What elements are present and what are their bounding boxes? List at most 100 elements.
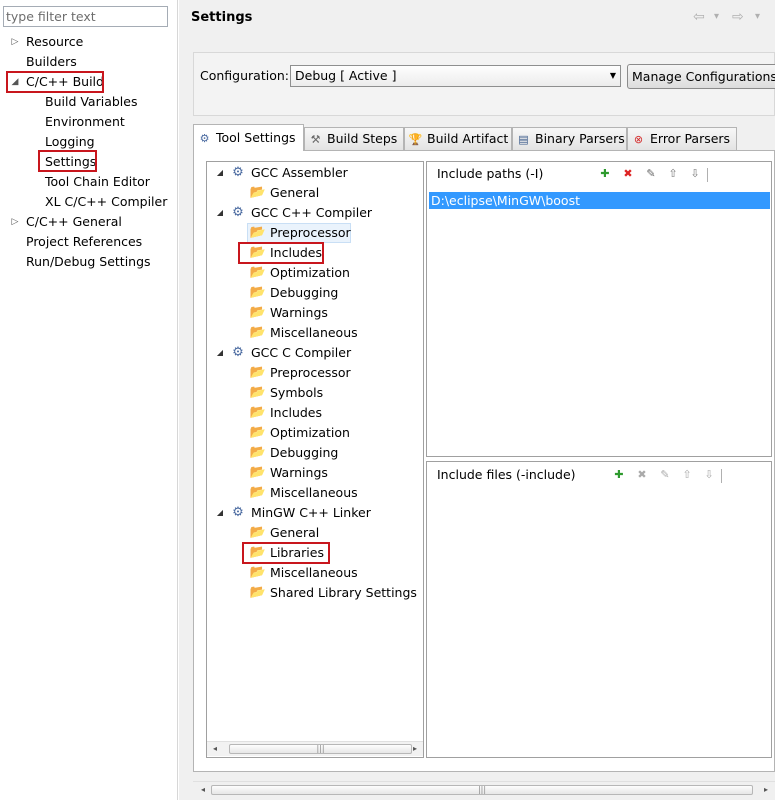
include-paths-title: Include paths (-I): [437, 166, 544, 181]
build-artifact-icon: 🏆: [408, 133, 423, 146]
tab-build-artifact[interactable]: 🏆 Build Artifact: [404, 127, 512, 150]
scroll-right-icon[interactable]: ▸: [408, 742, 422, 756]
nav-item-cpp-general[interactable]: C/C++ General: [26, 212, 122, 232]
tree-item-warnings[interactable]: Warnings: [270, 303, 328, 323]
highlight-box: [38, 150, 97, 172]
tool-gear-icon: ⚙: [232, 505, 244, 520]
tree-item-miscellaneous[interactable]: Miscellaneous: [270, 563, 358, 583]
highlight-box: [238, 242, 324, 264]
tree-item-debugging[interactable]: Debugging: [270, 443, 338, 463]
tree-item-symbols[interactable]: Symbols: [270, 383, 323, 403]
option-folder-icon: 📂: [249, 285, 267, 300]
tree-item-optimization[interactable]: Optimization: [270, 263, 350, 283]
tab-tool-settings[interactable]: ⚙ Tool Settings: [193, 124, 304, 151]
option-folder-icon: 📂: [249, 405, 267, 420]
scroll-thumb[interactable]: |||: [229, 744, 412, 754]
tab-label: Binary Parsers: [535, 131, 625, 146]
build-steps-icon: ⚒: [310, 133, 321, 146]
nav-item-build-variables[interactable]: Build Variables: [45, 92, 137, 112]
include-files-title: Include files (-include): [437, 467, 576, 482]
toolbar-separator: [707, 168, 708, 182]
error-parsers-icon: ⊗: [633, 133, 644, 146]
nav-item-resource[interactable]: Resource: [26, 32, 83, 52]
dropdown-arrow-icon: ▼: [609, 71, 616, 80]
nav-item-run-debug-settings[interactable]: Run/Debug Settings: [26, 252, 151, 272]
delete-icon[interactable]: ✖: [620, 165, 636, 183]
tree-item-miscellaneous[interactable]: Miscellaneous: [270, 483, 358, 503]
move-up-icon[interactable]: ⇧: [679, 466, 695, 484]
forward-menu-chevron-icon[interactable]: ▾: [755, 8, 760, 26]
back-menu-chevron-icon[interactable]: ▾: [714, 8, 719, 26]
tree-horizontal-scrollbar[interactable]: ◂ ||| ▸: [207, 741, 423, 756]
manage-configurations-button[interactable]: Manage Configurations...: [627, 64, 775, 89]
filter-input[interactable]: [3, 6, 168, 27]
collapse-twisty-icon[interactable]: ◢: [215, 343, 225, 363]
collapse-twisty-icon[interactable]: ◢: [215, 203, 225, 223]
tree-item-miscellaneous[interactable]: Miscellaneous: [270, 323, 358, 343]
tree-item-gcc-c-compiler[interactable]: GCC C Compiler: [251, 343, 351, 363]
tool-gear-icon: ⚙: [232, 165, 244, 180]
tab-label: Build Artifact: [427, 131, 509, 146]
tree-item-warnings[interactable]: Warnings: [270, 463, 328, 483]
option-folder-icon: 📂: [249, 485, 267, 500]
option-folder-icon: 📂: [249, 445, 267, 460]
back-arrow-icon[interactable]: ⇦: [693, 8, 705, 26]
include-files-list[interactable]: [426, 461, 772, 758]
nav-item-tool-chain-editor[interactable]: Tool Chain Editor: [45, 172, 150, 192]
tool-gear-icon: ⚙: [232, 205, 244, 220]
add-icon[interactable]: ✚: [611, 466, 627, 484]
highlight-box: [242, 542, 330, 564]
collapse-twisty-icon[interactable]: ◢: [215, 163, 225, 183]
tree-item-general[interactable]: General: [270, 183, 319, 203]
scroll-right-icon[interactable]: ▸: [759, 783, 773, 797]
edit-icon[interactable]: ✎: [657, 466, 673, 484]
scroll-left-icon[interactable]: ◂: [208, 742, 222, 756]
option-folder-icon: 📂: [249, 525, 267, 540]
configuration-select[interactable]: Debug [ Active ] ▼: [290, 65, 621, 87]
option-folder-icon: 📂: [249, 585, 267, 600]
option-folder-icon: 📂: [249, 225, 267, 240]
properties-navigation-pane: ▷ Resource Builders ◢ C/C++ Build Build …: [0, 0, 178, 800]
tab-error-parsers[interactable]: ⊗ Error Parsers: [627, 127, 737, 150]
nav-item-environment[interactable]: Environment: [45, 112, 125, 132]
scroll-left-icon[interactable]: ◂: [196, 783, 210, 797]
option-folder-icon: 📂: [249, 305, 267, 320]
tree-item-debugging[interactable]: Debugging: [270, 283, 338, 303]
tree-item-includes[interactable]: Includes: [270, 403, 322, 423]
tab-binary-parsers[interactable]: ▤ Binary Parsers: [512, 127, 627, 150]
nav-item-project-references[interactable]: Project References: [26, 232, 142, 252]
tree-item-gcc-cpp-compiler[interactable]: GCC C++ Compiler: [251, 203, 372, 223]
toolbar-separator: [721, 469, 722, 483]
page-horizontal-scrollbar[interactable]: ◂ ||| ▸: [193, 781, 775, 798]
option-folder-icon: 📂: [249, 425, 267, 440]
tree-item-shared-library-settings[interactable]: Shared Library Settings: [270, 583, 417, 603]
tree-item-preprocessor[interactable]: Preprocessor: [270, 223, 351, 243]
configuration-value: Debug [ Active ]: [295, 68, 397, 83]
option-folder-icon: 📂: [249, 185, 267, 200]
expand-twisty-icon[interactable]: ▷: [10, 32, 20, 52]
tool-settings-icon: ⚙: [199, 132, 210, 145]
tree-item-general[interactable]: General: [270, 523, 319, 543]
nav-item-logging[interactable]: Logging: [45, 132, 95, 152]
page-title: Settings: [191, 10, 253, 25]
tree-item-gcc-assembler[interactable]: GCC Assembler: [251, 163, 348, 183]
configuration-label: Configuration:: [200, 68, 289, 83]
tree-item-optimization[interactable]: Optimization: [270, 423, 350, 443]
collapse-twisty-icon[interactable]: ◢: [215, 503, 225, 523]
expand-twisty-icon[interactable]: ▷: [10, 212, 20, 232]
nav-item-builders[interactable]: Builders: [26, 52, 77, 72]
forward-arrow-icon[interactable]: ⇨: [732, 8, 744, 26]
move-down-icon[interactable]: ⇩: [687, 165, 703, 183]
tree-item-mingw-cpp-linker[interactable]: MinGW C++ Linker: [251, 503, 371, 523]
tree-item-preprocessor[interactable]: Preprocessor: [270, 363, 351, 383]
add-icon[interactable]: ✚: [597, 165, 613, 183]
move-up-icon[interactable]: ⇧: [665, 165, 681, 183]
delete-icon[interactable]: ✖: [634, 466, 650, 484]
edit-icon[interactable]: ✎: [643, 165, 659, 183]
move-down-icon[interactable]: ⇩: [701, 466, 717, 484]
include-path-row[interactable]: D:\eclipse\MinGW\boost: [429, 192, 770, 209]
option-folder-icon: 📂: [249, 265, 267, 280]
nav-item-xl-compiler[interactable]: XL C/C++ Compiler: [45, 192, 167, 212]
tab-build-steps[interactable]: ⚒ Build Steps: [304, 127, 404, 150]
scroll-thumb[interactable]: |||: [211, 785, 753, 795]
